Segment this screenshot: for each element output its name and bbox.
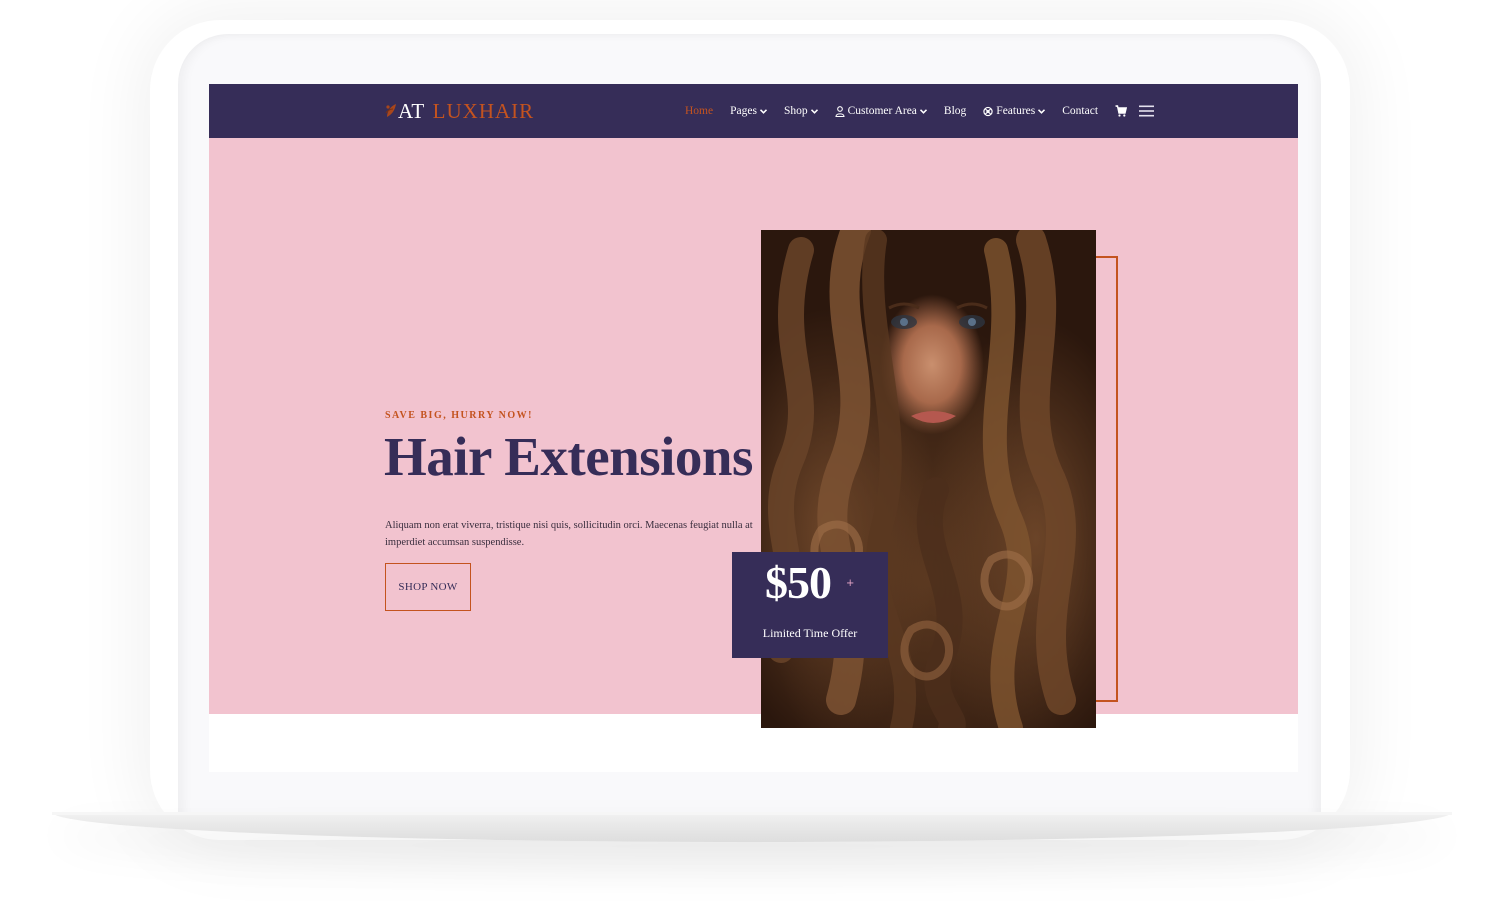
nav-label: Pages xyxy=(730,105,757,117)
offer-label: Limited Time Offer xyxy=(762,626,858,640)
website-screen: AT LUXHAIR Home Pages Shop Customer Area xyxy=(209,84,1298,772)
logo-prefix: AT xyxy=(398,98,425,123)
offer-price: $50 xyxy=(765,557,832,608)
price-offer-card: $50 + Limited Time Offer xyxy=(732,552,888,658)
nav-item-contact[interactable]: Contact xyxy=(1062,105,1098,117)
main-nav: Home Pages Shop Customer Area Blog Featu… xyxy=(685,84,1155,138)
nav-item-pages[interactable]: Pages xyxy=(730,105,767,117)
nav-item-customer-area[interactable]: Customer Area xyxy=(835,105,927,117)
support-icon xyxy=(983,106,993,116)
nav-item-shop[interactable]: Shop xyxy=(784,105,818,117)
nav-label: Home xyxy=(685,105,714,117)
chevron-down-icon xyxy=(919,108,927,114)
laptop-mockup: AT LUXHAIR Home Pages Shop Customer Area xyxy=(0,0,1500,913)
chevron-down-icon xyxy=(810,108,818,114)
nav-item-features[interactable]: Features xyxy=(983,105,1046,117)
shop-now-button[interactable]: SHOP NOW xyxy=(385,563,471,611)
chevron-down-icon xyxy=(1038,108,1046,114)
logo[interactable]: AT LUXHAIR xyxy=(385,98,534,124)
user-icon xyxy=(835,105,845,117)
hero-title: Hair Extensions xyxy=(384,426,753,487)
navbar: AT LUXHAIR Home Pages Shop Customer Area xyxy=(209,84,1298,138)
nav-label: Contact xyxy=(1062,105,1099,117)
chevron-down-icon xyxy=(759,108,767,114)
hero-description: Aliquam non erat viverra, tristique nisi… xyxy=(385,519,753,548)
hamburger-menu-icon[interactable] xyxy=(1139,105,1155,117)
nav-item-blog[interactable]: Blog xyxy=(944,105,966,117)
logo-name: LUXHAIR xyxy=(432,98,535,123)
price-plus-sign: + xyxy=(846,578,855,589)
nav-label: Features xyxy=(996,105,1036,117)
nav-label: Shop xyxy=(783,105,808,117)
logo-leaf-icon xyxy=(385,104,396,117)
cart-icon[interactable] xyxy=(1115,105,1128,117)
laptop-base-edge xyxy=(52,812,1452,815)
hero-eyebrow: SAVE BIG, HURRY NOW! xyxy=(385,410,533,421)
nav-label: Blog xyxy=(943,105,967,117)
nav-label: Customer Area xyxy=(847,105,917,117)
nav-item-home[interactable]: Home xyxy=(685,105,713,117)
